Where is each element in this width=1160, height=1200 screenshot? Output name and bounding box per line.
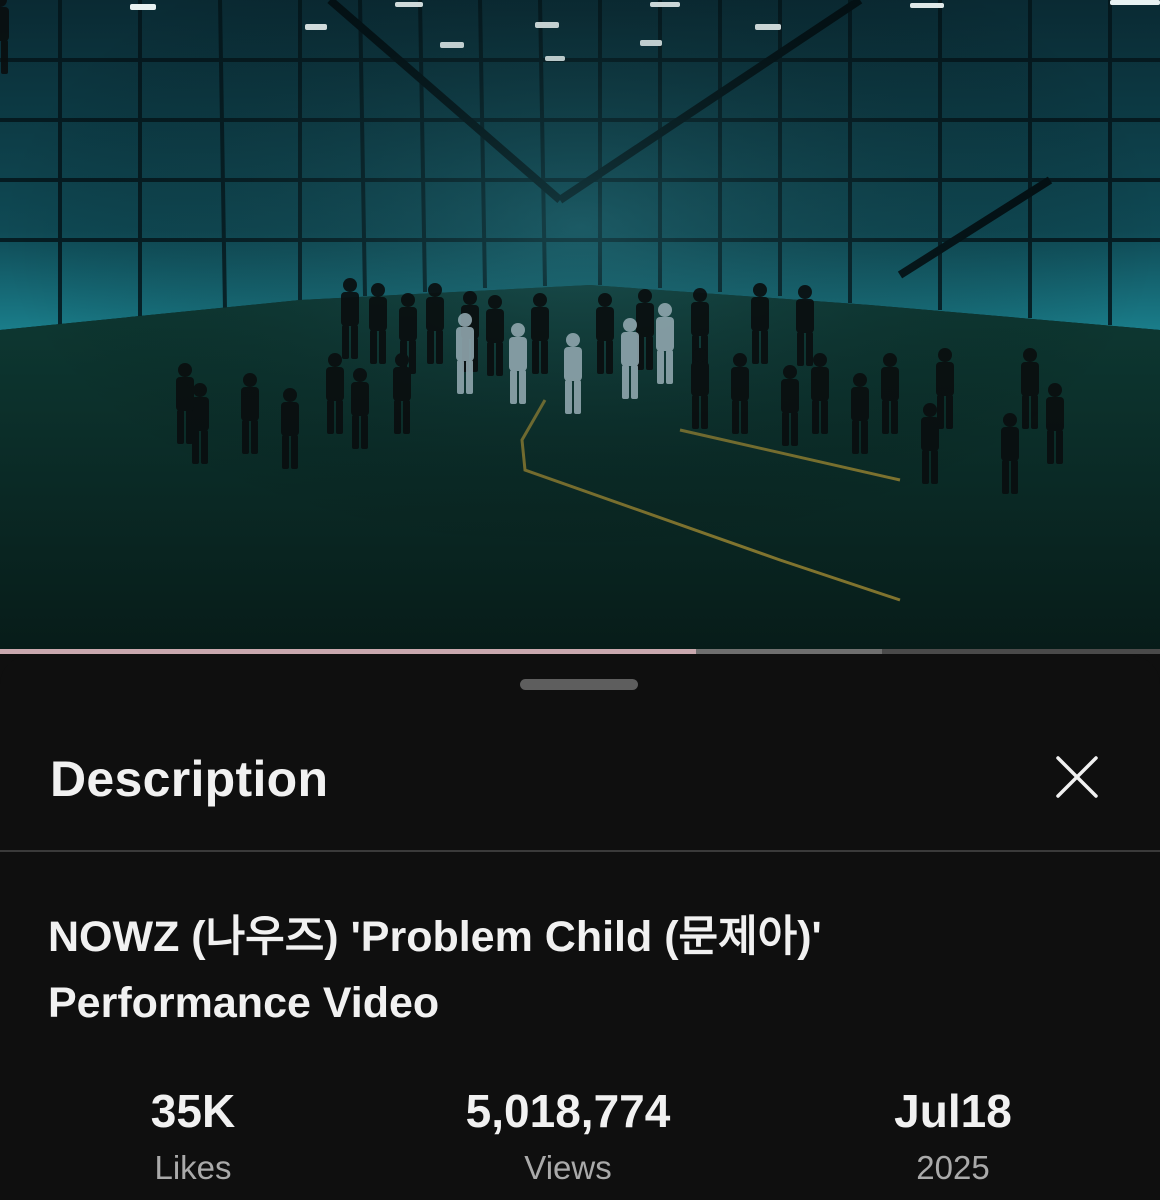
close-icon: [1056, 756, 1098, 798]
description-sheet: Description NOWZ (나우즈) 'Problem Child (문…: [0, 656, 1160, 1200]
sheet-title: Description: [50, 751, 329, 807]
date-stat: Jul18 2025: [793, 1084, 1113, 1188]
upload-year: 2025: [916, 1149, 990, 1186]
views-count: 5,018,774: [465, 1085, 671, 1137]
upload-date: Jul18: [894, 1085, 1012, 1137]
progress-played: [0, 649, 696, 654]
likes-label: Likes: [154, 1149, 232, 1186]
views-stat: 5,018,774 Views: [408, 1084, 728, 1188]
video-frame-image: [0, 0, 1160, 650]
playback-progress-bar[interactable]: [0, 649, 1160, 654]
video-title: NOWZ (나우즈) 'Problem Child (문제아)' Perform…: [48, 904, 1108, 1036]
header-divider: [0, 850, 1160, 852]
views-label: Views: [524, 1149, 612, 1186]
likes-stat: 35K Likes: [33, 1084, 353, 1188]
likes-count: 35K: [150, 1085, 236, 1137]
drag-handle[interactable]: [520, 679, 638, 690]
video-title-line-2: Performance Video: [48, 979, 440, 1027]
video-title-line-1: NOWZ (나우즈) 'Problem Child (문제아)': [48, 913, 822, 961]
close-button[interactable]: [1048, 748, 1106, 806]
video-stats: 35K Likes 5,018,774 Views Jul18 2025: [0, 1084, 1160, 1194]
video-player[interactable]: [0, 0, 1160, 650]
